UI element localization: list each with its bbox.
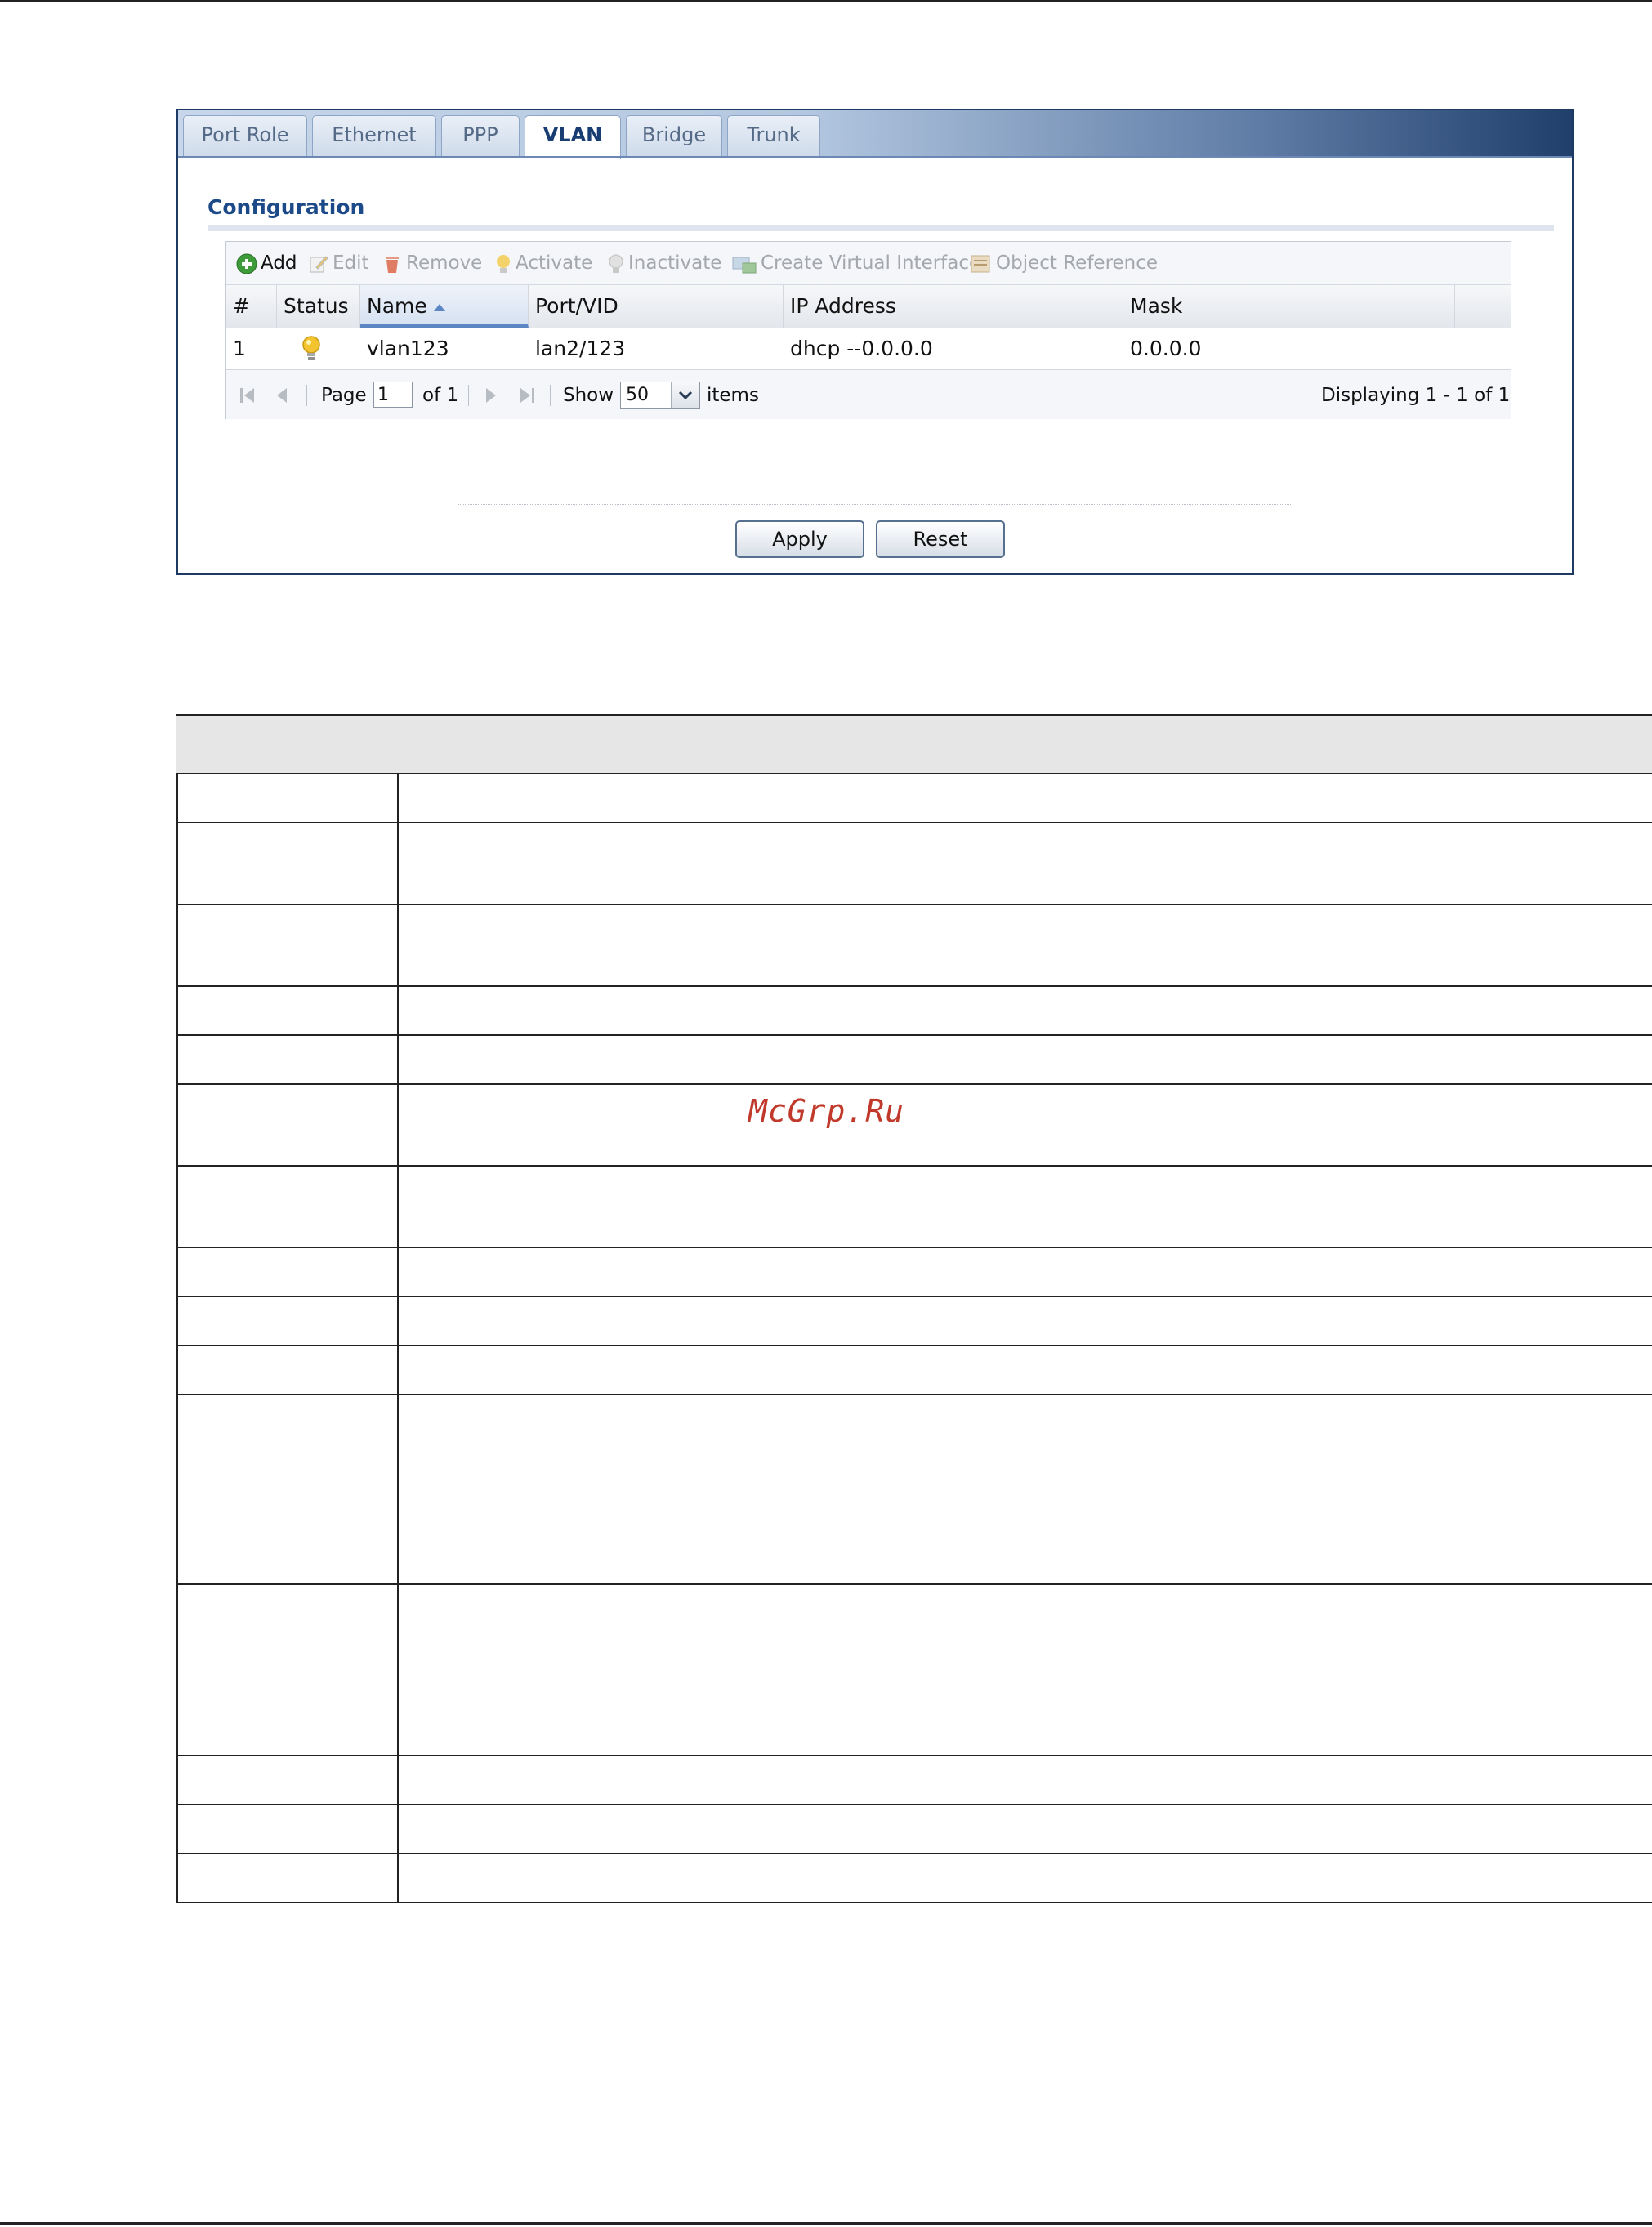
row-mask: 0.0.0.0 [1130,337,1202,360]
items-per-page-select[interactable]: 50 [620,382,700,409]
add-label: Add [261,252,297,274]
remove-button[interactable]: Remove [382,252,482,274]
table-row [176,1034,1652,1083]
pagination-bar: Page 1 of 1 Show 50 items Displaying 1 -… [226,370,1511,419]
reset-button[interactable]: Reset [876,520,1005,558]
tab-ethernet[interactable]: Ethernet [312,115,436,156]
chevron-down-icon [671,382,699,408]
row-status [295,328,344,369]
watermark-text: McGrp.Ru [748,1093,905,1129]
section-title: Configuration [208,195,365,219]
last-page-icon[interactable] [517,386,537,404]
inactivate-label: Inactivate [628,252,722,274]
row-number: 1 [233,337,246,360]
column-header-number[interactable]: # [226,285,277,328]
virtual-interface-icon [732,257,757,273]
pager-separator [468,385,469,406]
row-name: vlan123 [367,337,449,360]
items-label: items [707,385,759,406]
table-row [176,1247,1652,1296]
show-label: Show [563,385,614,406]
tab-bridge[interactable]: Bridge [626,115,722,156]
tab-underline [178,156,1572,158]
add-button[interactable]: Add [236,252,297,274]
status-lightbulb-on-icon [302,336,320,360]
tab-bar: Port Role Ethernet PPP VLAN Bridge Trunk [178,110,1572,159]
vlan-grid: Add Edit Remove Activate Inactivate Crea… [225,241,1511,419]
table-row [176,1345,1652,1394]
table-row [176,1165,1652,1247]
page-count-label: of 1 [422,385,459,406]
next-page-icon[interactable] [483,386,499,404]
row-port-vid: lan2/123 [535,337,626,360]
create-virtual-interface-label: Create Virtual Interface [761,252,981,274]
tab-port-role[interactable]: Port Role [183,115,307,156]
tab-ppp[interactable]: PPP [441,115,520,156]
previous-page-icon[interactable] [274,386,290,404]
page-number-input[interactable]: 1 [373,382,413,408]
section-title-divider [208,225,1554,231]
create-virtual-interface-button[interactable]: Create Virtual Interface [731,252,980,274]
pager-separator [306,385,307,406]
table-row [176,822,1652,904]
button-divider [458,504,1291,505]
table-row [176,985,1652,1034]
add-icon [236,253,257,274]
apply-button[interactable]: Apply [735,520,864,558]
grid-header: # Status Name Port/VID IP Address Mask [226,285,1511,328]
table-bottom-border [176,1902,1652,1903]
column-header-port-vid[interactable]: Port/VID [529,285,784,328]
table-header-row [176,714,1652,773]
first-page-icon[interactable] [238,386,257,404]
items-per-page-value: 50 [626,385,649,405]
trash-icon [386,256,399,273]
lightbulb-on-icon [497,254,510,273]
table-row [176,1755,1652,1804]
column-header-status[interactable]: Status [277,285,360,328]
vlan-settings-panel: Port Role Ethernet PPP VLAN Bridge Trunk… [176,109,1574,575]
table-row [176,904,1652,985]
column-header-name-label: Name [367,294,427,318]
object-reference-label: Object Reference [996,252,1159,274]
object-reference-button[interactable]: Object Reference [970,252,1158,274]
tab-trunk[interactable]: Trunk [727,115,820,156]
page-top-rule [0,0,1652,2]
edit-button[interactable]: Edit [308,252,369,274]
table-row [176,1583,1652,1755]
table-row [176,1296,1652,1345]
remove-label: Remove [406,252,483,274]
column-header-ip-address[interactable]: IP Address [784,285,1123,328]
table-row [176,1394,1652,1583]
table-row [176,1853,1652,1902]
column-header-name[interactable]: Name [360,285,529,328]
grid-toolbar: Add Edit Remove Activate Inactivate Crea… [226,242,1511,285]
pager-separator [550,385,551,406]
activate-label: Activate [516,252,593,274]
page-bottom-rule [0,2222,1652,2225]
object-reference-icon [971,255,990,272]
table-row [176,1083,1652,1165]
edit-label: Edit [333,252,369,274]
displaying-count: Displaying 1 - 1 of 1 [1321,385,1511,406]
table-row[interactable]: 1 vlan123 lan2/123 dhcp --0.0.0.0 0.0.0.… [226,328,1511,370]
activate-button[interactable]: Activate [494,252,592,274]
lightbulb-off-icon [609,254,623,273]
column-header-mask[interactable]: Mask [1123,285,1455,328]
edit-icon [310,255,328,272]
row-ip-address: dhcp --0.0.0.0 [790,337,933,360]
sort-ascending-icon [433,303,445,311]
table-row [176,1804,1652,1853]
table-row [176,773,1652,822]
page-label: Page [321,385,367,406]
inactivate-button[interactable]: Inactivate [607,252,721,274]
tab-vlan[interactable]: VLAN [525,115,621,159]
